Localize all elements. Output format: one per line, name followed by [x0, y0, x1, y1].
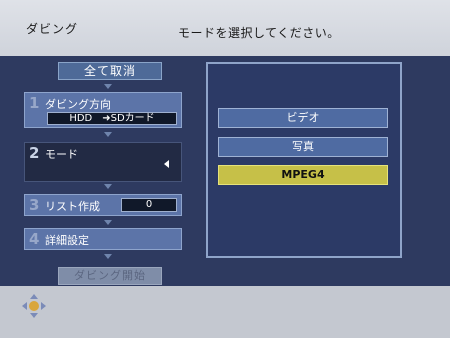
step-label: 詳細設定	[45, 234, 89, 247]
step-mode[interactable]: 2 モード	[24, 142, 182, 182]
step-number: 4	[29, 230, 40, 248]
list-count-value: 0	[121, 198, 177, 212]
step-number: 2	[29, 144, 40, 162]
dpad-icon	[22, 294, 46, 318]
step-label: リスト作成	[45, 200, 100, 213]
option-mpeg4[interactable]: MPEG4	[218, 165, 388, 185]
option-photo[interactable]: 写真	[218, 137, 388, 157]
flow-arrow-icon	[104, 184, 112, 189]
step-detail-settings[interactable]: 4 詳細設定	[24, 228, 182, 250]
mode-options-panel	[206, 62, 402, 258]
screen-title: ダビング	[26, 22, 79, 36]
option-video[interactable]: ビデオ	[218, 108, 388, 128]
flow-arrow-icon	[104, 84, 112, 89]
header-bar: ダビング モードを選択してください。	[0, 0, 450, 56]
start-dubbing-button[interactable]: ダビング開始	[58, 267, 162, 285]
clear-all-button[interactable]: 全て取消	[58, 62, 162, 80]
footer-bar	[0, 286, 450, 338]
step-number: 1	[29, 94, 40, 112]
step-dubbing-direction[interactable]: 1 ダビング方向 HDD ➜SDカード	[24, 92, 182, 128]
flow-arrow-icon	[104, 254, 112, 259]
flow-arrow-icon	[104, 132, 112, 137]
instruction-text: モードを選択してください。	[178, 26, 340, 40]
step-value: HDD ➜SDカード	[47, 112, 177, 125]
flow-arrow-icon	[104, 220, 112, 225]
step-label: ダビング方向	[45, 98, 111, 111]
step-list-creation[interactable]: 3 リスト作成 0	[24, 194, 182, 216]
triangle-left-icon	[164, 160, 169, 168]
step-number: 3	[29, 196, 40, 214]
step-label: モード	[45, 148, 78, 161]
